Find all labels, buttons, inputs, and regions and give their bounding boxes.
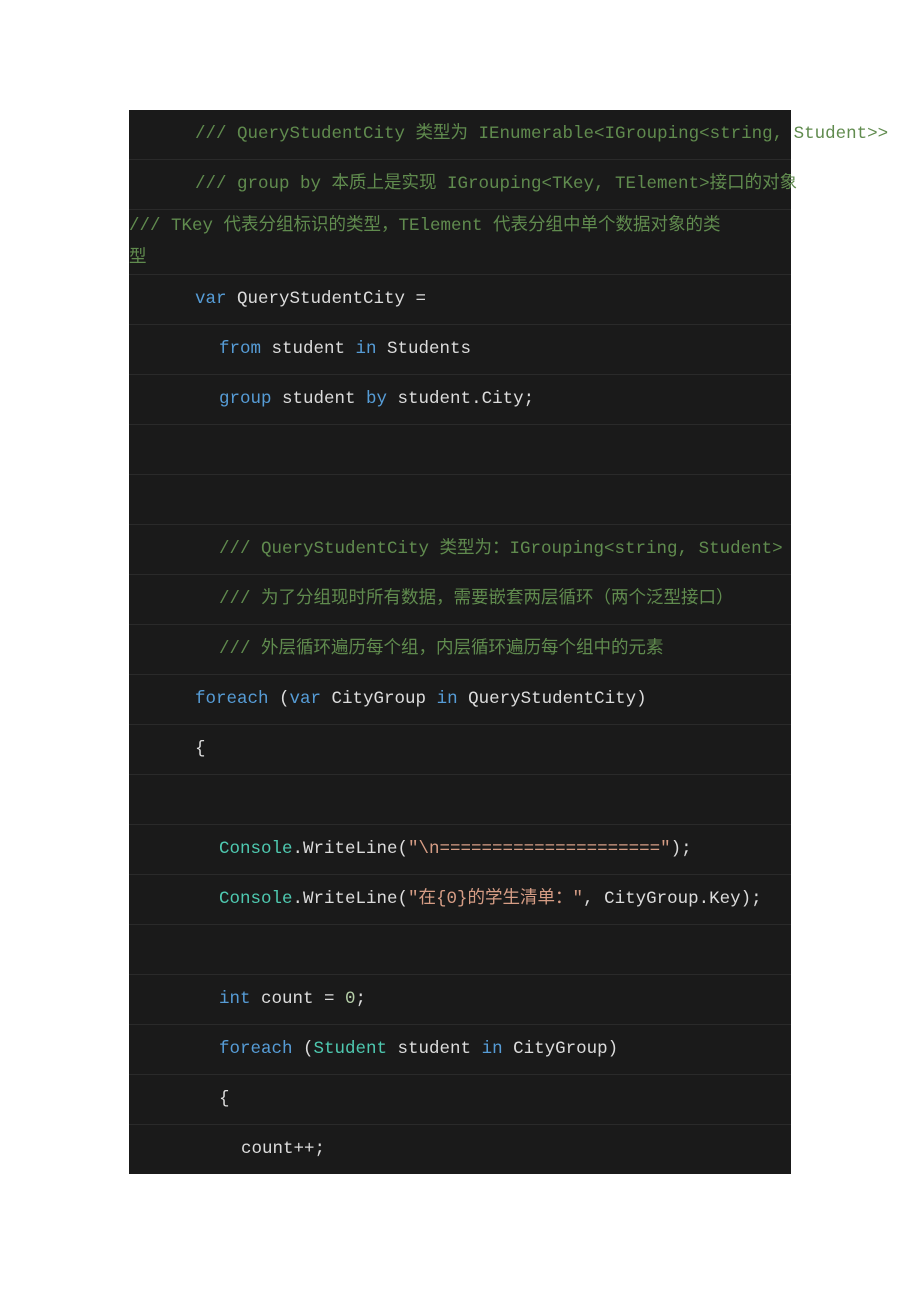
code-line-content	[129, 425, 140, 474]
code-line-content	[129, 925, 140, 974]
code-line-content: int count = 0;	[129, 975, 366, 1024]
code-token: CityGroup	[321, 689, 437, 709]
code-token: );	[671, 839, 692, 859]
code-line: foreach (var CityGroup in QueryStudentCi…	[129, 675, 791, 725]
code-token: QueryStudentCity =	[227, 289, 427, 309]
code-token: , CityGroup	[583, 889, 699, 909]
code-token: (	[293, 1039, 314, 1059]
code-token: "在{0}的学生清单："	[408, 889, 583, 909]
code-line-content: from student in Students	[129, 325, 471, 374]
code-token: Console	[219, 889, 293, 909]
code-line	[129, 925, 791, 975]
code-token: var	[290, 689, 322, 709]
code-line: {	[129, 725, 791, 775]
code-line-content: Console.WriteLine("在{0}的学生清单：", CityGrou…	[129, 875, 762, 924]
code-line-content: /// group by 本质上是实现 IGrouping<TKey, TEle…	[129, 160, 797, 209]
code-token: by	[366, 389, 387, 409]
code-line-content	[129, 775, 140, 824]
code-line-content	[129, 475, 140, 524]
code-line-content: {	[129, 725, 206, 774]
code-token: student	[272, 389, 367, 409]
code-token: .	[471, 389, 482, 409]
code-token: /// 为了分组现时所有数据，需要嵌套两层循环（两个泛型接口）	[219, 589, 734, 609]
code-line-content: foreach (var CityGroup in QueryStudentCi…	[129, 675, 647, 724]
code-token: {	[195, 739, 206, 759]
code-line: int count = 0;	[129, 975, 791, 1025]
code-token: 0	[345, 989, 356, 1009]
code-line: /// QueryStudentCity 类型为：IGrouping<strin…	[129, 525, 791, 575]
code-line-content: /// QueryStudentCity 类型为 IEnumerable<IGr…	[129, 110, 888, 159]
code-token: from	[219, 339, 261, 359]
code-token: /// group by 本质上是实现 IGrouping<TKey, TEle…	[195, 174, 797, 194]
code-line	[129, 475, 791, 525]
code-token: .	[699, 889, 710, 909]
code-line: /// TKey 代表分组标识的类型，TElement 代表分组中单个数据对象的…	[129, 210, 791, 275]
code-line: var QueryStudentCity =	[129, 275, 791, 325]
code-token: in	[356, 339, 377, 359]
code-line: count++;	[129, 1125, 791, 1174]
code-token: /// TKey 代表分组标识的类型，TElement 代表分组中单个数据对象的…	[129, 216, 721, 236]
code-token: Students	[377, 339, 472, 359]
code-line: foreach (Student student in CityGroup)	[129, 1025, 791, 1075]
code-line: /// 为了分组现时所有数据，需要嵌套两层循环（两个泛型接口）	[129, 575, 791, 625]
code-token: /// QueryStudentCity 类型为：IGrouping<strin…	[219, 539, 783, 559]
code-token: student	[387, 389, 471, 409]
code-token: /// QueryStudentCity 类型为 IEnumerable<IGr…	[195, 124, 888, 144]
code-token: QueryStudentCity)	[458, 689, 647, 709]
code-line-content: {	[129, 1075, 230, 1124]
code-line: Console.WriteLine("在{0}的学生清单：", CityGrou…	[129, 875, 791, 925]
code-block: /// QueryStudentCity 类型为 IEnumerable<IGr…	[129, 110, 791, 1174]
code-line	[129, 775, 791, 825]
code-token: {	[219, 1089, 230, 1109]
code-token: .WriteLine(	[293, 889, 409, 909]
code-line: group student by student.City;	[129, 375, 791, 425]
code-line	[129, 425, 791, 475]
code-token: student	[261, 339, 356, 359]
code-token: /// 外层循环遍历每个组，内层循环遍历每个组中的元素	[219, 639, 664, 659]
code-line-content: group student by student.City;	[129, 375, 534, 424]
code-token: in	[437, 689, 458, 709]
code-line-content: /// 外层循环遍历每个组，内层循环遍历每个组中的元素	[129, 625, 664, 674]
code-token: City;	[482, 389, 535, 409]
code-token: foreach	[195, 689, 269, 709]
code-token: Console	[219, 839, 293, 859]
code-token: "\n====================="	[408, 839, 671, 859]
code-line: /// 外层循环遍历每个组，内层循环遍历每个组中的元素	[129, 625, 791, 675]
document-page: /// QueryStudentCity 类型为 IEnumerable<IGr…	[0, 0, 920, 1214]
code-line-content: foreach (Student student in CityGroup)	[129, 1025, 618, 1074]
code-token: CityGroup)	[503, 1039, 619, 1059]
code-token: ;	[356, 989, 367, 1009]
code-line: {	[129, 1075, 791, 1125]
code-token: in	[482, 1039, 503, 1059]
code-line: /// group by 本质上是实现 IGrouping<TKey, TEle…	[129, 160, 791, 210]
code-line-content: /// QueryStudentCity 类型为：IGrouping<strin…	[129, 525, 783, 574]
code-line: /// QueryStudentCity 类型为 IEnumerable<IGr…	[129, 110, 791, 160]
code-token: var	[195, 289, 227, 309]
code-token: int	[219, 989, 251, 1009]
code-token: foreach	[219, 1039, 293, 1059]
code-token: count++;	[241, 1139, 325, 1159]
code-token: student	[387, 1039, 482, 1059]
code-token: 型	[129, 248, 147, 268]
code-line-content: Console.WriteLine("\n===================…	[129, 825, 692, 874]
code-token: Student	[314, 1039, 388, 1059]
code-token: (	[269, 689, 290, 709]
code-line: Console.WriteLine("\n===================…	[129, 825, 791, 875]
code-line-content: /// 为了分组现时所有数据，需要嵌套两层循环（两个泛型接口）	[129, 575, 734, 624]
code-token: Key);	[709, 889, 762, 909]
code-token: .WriteLine(	[293, 839, 409, 859]
code-line-content: /// TKey 代表分组标识的类型，TElement 代表分组中单个数据对象的…	[129, 210, 721, 274]
code-line-content: var QueryStudentCity =	[129, 275, 426, 324]
code-token: group	[219, 389, 272, 409]
code-line: from student in Students	[129, 325, 791, 375]
code-line-content: count++;	[129, 1125, 325, 1174]
code-token: count =	[251, 989, 346, 1009]
